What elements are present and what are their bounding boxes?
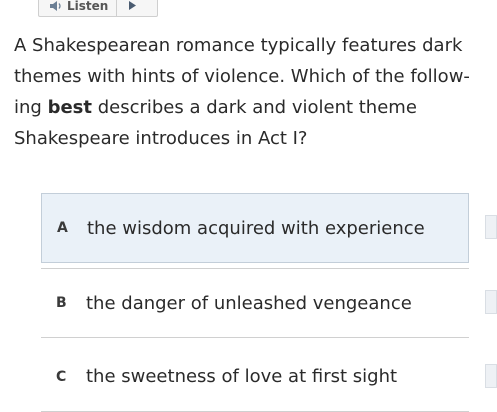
choice-letter: B (56, 295, 67, 311)
play-button[interactable] (117, 0, 147, 16)
scroll-marker (485, 215, 497, 239)
choice-text: the wisdom acquired with experience (87, 217, 425, 239)
listen-button[interactable]: Listen (39, 0, 118, 16)
scroll-marker (485, 364, 497, 388)
speaker-icon (50, 0, 61, 11)
choice-letter: A (57, 220, 68, 236)
choice-text: the danger of unleashed vengeance (86, 292, 412, 314)
choice-text: the sweetness of love at first sight (86, 366, 398, 387)
question-emphasis: best (47, 97, 92, 118)
scroll-marker (485, 290, 497, 314)
listen-label: Listen (67, 0, 109, 13)
answer-choice-a[interactable]: A the wisdom acquired with experience (41, 193, 469, 263)
answer-choice-b[interactable]: B the danger of unleashed vengeance (41, 268, 469, 338)
choice-letter: C (56, 368, 67, 385)
question-text: A Shakespearean romance typically featur… (14, 30, 484, 154)
audio-toolbar: Listen (38, 0, 158, 17)
play-icon (128, 1, 136, 10)
answer-choice-c[interactable]: C the sweetness of love at first sight (41, 342, 469, 412)
